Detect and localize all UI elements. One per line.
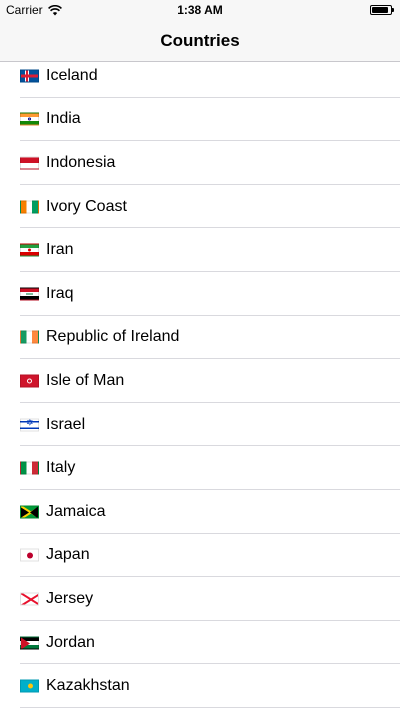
list-item-iran[interactable]: Iran — [0, 228, 400, 272]
list-item-kazakhstan[interactable]: Kazakhstan — [0, 664, 400, 708]
country-label: Japan — [46, 546, 90, 564]
country-label: Jamaica — [46, 502, 106, 520]
india-flag-icon — [20, 112, 39, 126]
japan-flag-icon — [20, 548, 39, 562]
list-item-isle-of-man[interactable]: Isle of Man — [0, 359, 400, 403]
row-separator — [20, 706, 400, 708]
israel-flag-icon — [20, 418, 39, 432]
list-item-indonesia[interactable]: Indonesia — [0, 141, 400, 185]
country-label: Indonesia — [46, 153, 116, 171]
isle-of-man-flag-icon — [20, 374, 39, 388]
list-item-iraq[interactable]: Iraq — [0, 272, 400, 316]
status-bar: Carrier 1:38 AM — [0, 0, 400, 20]
jordan-flag-icon — [20, 636, 39, 650]
list-item-jordan[interactable]: Jordan — [0, 621, 400, 665]
country-label: Kazakhstan — [46, 677, 130, 695]
country-label: Italy — [46, 459, 76, 477]
ivory-coast-flag-icon — [20, 200, 39, 214]
status-time: 1:38 AM — [177, 3, 223, 17]
list-item-jamaica[interactable]: Jamaica — [0, 490, 400, 534]
list-item-ireland[interactable]: Republic of Ireland — [0, 316, 400, 360]
list-item-ivory-coast[interactable]: Ivory Coast — [0, 185, 400, 229]
list-item-israel[interactable]: Israel — [0, 403, 400, 447]
country-label: Republic of Ireland — [46, 328, 180, 346]
jersey-flag-icon — [20, 592, 39, 606]
jamaica-flag-icon — [20, 505, 39, 519]
battery-icon — [370, 5, 394, 15]
country-label: Iceland — [46, 66, 98, 84]
country-label: Israel — [46, 415, 86, 433]
countries-list[interactable]: Iceland India Indonesia Ivory Coast Iran… — [0, 62, 400, 711]
iran-flag-icon — [20, 243, 39, 257]
country-label: Iran — [46, 241, 74, 259]
list-item-jersey[interactable]: Jersey — [0, 577, 400, 621]
country-label: Iraq — [46, 284, 74, 302]
kazakhstan-flag-icon — [20, 679, 39, 693]
page-title: Countries — [160, 31, 240, 50]
iceland-flag-icon — [20, 69, 39, 83]
navigation-bar: Countries — [0, 20, 400, 62]
list-item-iceland[interactable]: Iceland — [0, 62, 400, 98]
list-item-india[interactable]: India — [0, 98, 400, 142]
country-label: India — [46, 110, 81, 128]
indonesia-flag-icon — [20, 156, 39, 170]
country-label: Jordan — [46, 633, 95, 651]
iraq-flag-icon — [20, 287, 39, 301]
ireland-flag-icon — [20, 330, 39, 344]
country-label: Jersey — [46, 589, 94, 607]
country-label: Isle of Man — [46, 371, 125, 389]
list-item-japan[interactable]: Japan — [0, 534, 400, 578]
list-item-italy[interactable]: Italy — [0, 446, 400, 490]
country-label: Ivory Coast — [46, 197, 127, 215]
italy-flag-icon — [20, 461, 39, 475]
